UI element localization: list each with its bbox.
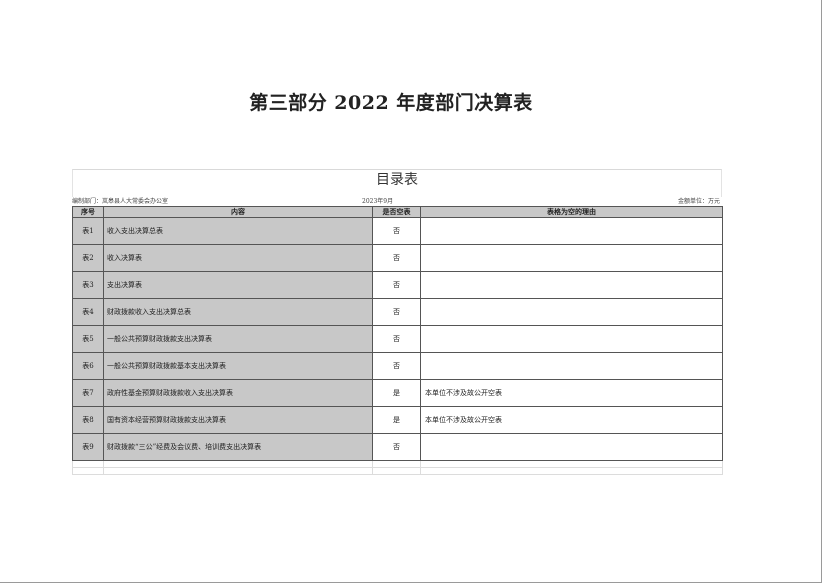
table-row: 表3 支出决算表 否 xyxy=(72,271,723,299)
row-reason xyxy=(420,325,723,353)
row-seq: 表9 xyxy=(72,433,104,461)
row-reason xyxy=(420,271,723,299)
row-is-empty: 否 xyxy=(372,352,421,380)
row-seq: 表1 xyxy=(72,217,104,245)
row-reason: 本单位不涉及故公开空表 xyxy=(420,406,723,434)
tail-cell xyxy=(372,460,421,468)
table-row: 表5 一般公共预算财政拨款支出决算表 否 xyxy=(72,325,723,353)
row-is-empty: 是 xyxy=(372,406,421,434)
table-row: 表2 收入决算表 否 xyxy=(72,244,723,272)
catalog-sheet: 目录表 编制部门：岚皋县人大常委会办公室 2023年9月 金额单位：万元 序号 … xyxy=(72,169,723,475)
row-content: 一般公共预算财政拨款支出决算表 xyxy=(103,325,373,353)
table-header-row: 序号 内容 是否空表 表格为空的理由 xyxy=(72,206,723,218)
tail-cell xyxy=(372,467,421,475)
tail-cell xyxy=(72,467,104,475)
col-header-seq: 序号 xyxy=(72,206,104,218)
meta-row: 编制部门：岚皋县人大常委会办公室 2023年9月 金额单位：万元 xyxy=(72,197,722,206)
row-is-empty: 否 xyxy=(372,298,421,326)
table-tail-row xyxy=(72,460,723,468)
col-header-reason: 表格为空的理由 xyxy=(420,206,723,218)
table-tail-row xyxy=(72,467,723,475)
row-is-empty: 否 xyxy=(372,433,421,461)
amount-unit: 金额单位：万元 xyxy=(677,198,720,205)
row-is-empty: 否 xyxy=(372,217,421,245)
row-seq: 表8 xyxy=(72,406,104,434)
row-is-empty: 是 xyxy=(372,379,421,407)
row-seq: 表7 xyxy=(72,379,104,407)
row-reason xyxy=(420,433,723,461)
row-reason: 本单位不涉及故公开空表 xyxy=(420,379,723,407)
row-content: 国有资本经营预算财政拨款支出决算表 xyxy=(103,406,373,434)
row-content: 财政拨款“三公”经费及会议费、培训费支出决算表 xyxy=(103,433,373,461)
compile-date: 2023年9月 xyxy=(362,198,394,205)
row-reason xyxy=(420,217,723,245)
col-header-content: 内容 xyxy=(103,206,373,218)
row-content: 政府性基金预算财政拨款收入支出决算表 xyxy=(103,379,373,407)
row-reason xyxy=(420,244,723,272)
spacer-row xyxy=(72,190,722,197)
row-content: 收入决算表 xyxy=(103,244,373,272)
catalog-title: 目录表 xyxy=(72,169,722,190)
table-row: 表7 政府性基金预算财政拨款收入支出决算表 是 本单位不涉及故公开空表 xyxy=(72,379,723,407)
table-row: 表8 国有资本经营预算财政拨款支出决算表 是 本单位不涉及故公开空表 xyxy=(72,406,723,434)
row-seq: 表5 xyxy=(72,325,104,353)
row-is-empty: 否 xyxy=(372,271,421,299)
tail-cell xyxy=(420,467,723,475)
row-is-empty: 否 xyxy=(372,325,421,353)
row-content: 支出决算表 xyxy=(103,271,373,299)
document-heading: 第三部分 2022 年度部门决算表 xyxy=(249,92,533,114)
row-content: 一般公共预算财政拨款基本支出决算表 xyxy=(103,352,373,380)
table-row: 表1 收入支出决算总表 否 xyxy=(72,217,723,245)
compiling-unit: 编制部门：岚皋县人大常委会办公室 xyxy=(72,198,169,205)
catalog-table: 序号 内容 是否空表 表格为空的理由 表1 收入支出决算总表 否 表2 收入决算… xyxy=(72,206,723,475)
table-row: 表6 一般公共预算财政拨款基本支出决算表 否 xyxy=(72,352,723,380)
row-seq: 表3 xyxy=(72,271,104,299)
row-is-empty: 否 xyxy=(372,244,421,272)
tail-cell xyxy=(103,467,373,475)
row-reason xyxy=(420,352,723,380)
tail-cell xyxy=(420,460,723,468)
table-row: 表9 财政拨款“三公”经费及会议费、培训费支出决算表 否 xyxy=(72,433,723,461)
tail-cell xyxy=(72,460,104,468)
row-reason xyxy=(420,298,723,326)
col-header-is-empty: 是否空表 xyxy=(372,206,421,218)
row-seq: 表6 xyxy=(72,352,104,380)
table-row: 表4 财政拨款收入支出决算总表 否 xyxy=(72,298,723,326)
tail-cell xyxy=(103,460,373,468)
row-seq: 表2 xyxy=(72,244,104,272)
row-content: 财政拨款收入支出决算总表 xyxy=(103,298,373,326)
row-seq: 表4 xyxy=(72,298,104,326)
row-content: 收入支出决算总表 xyxy=(103,217,373,245)
